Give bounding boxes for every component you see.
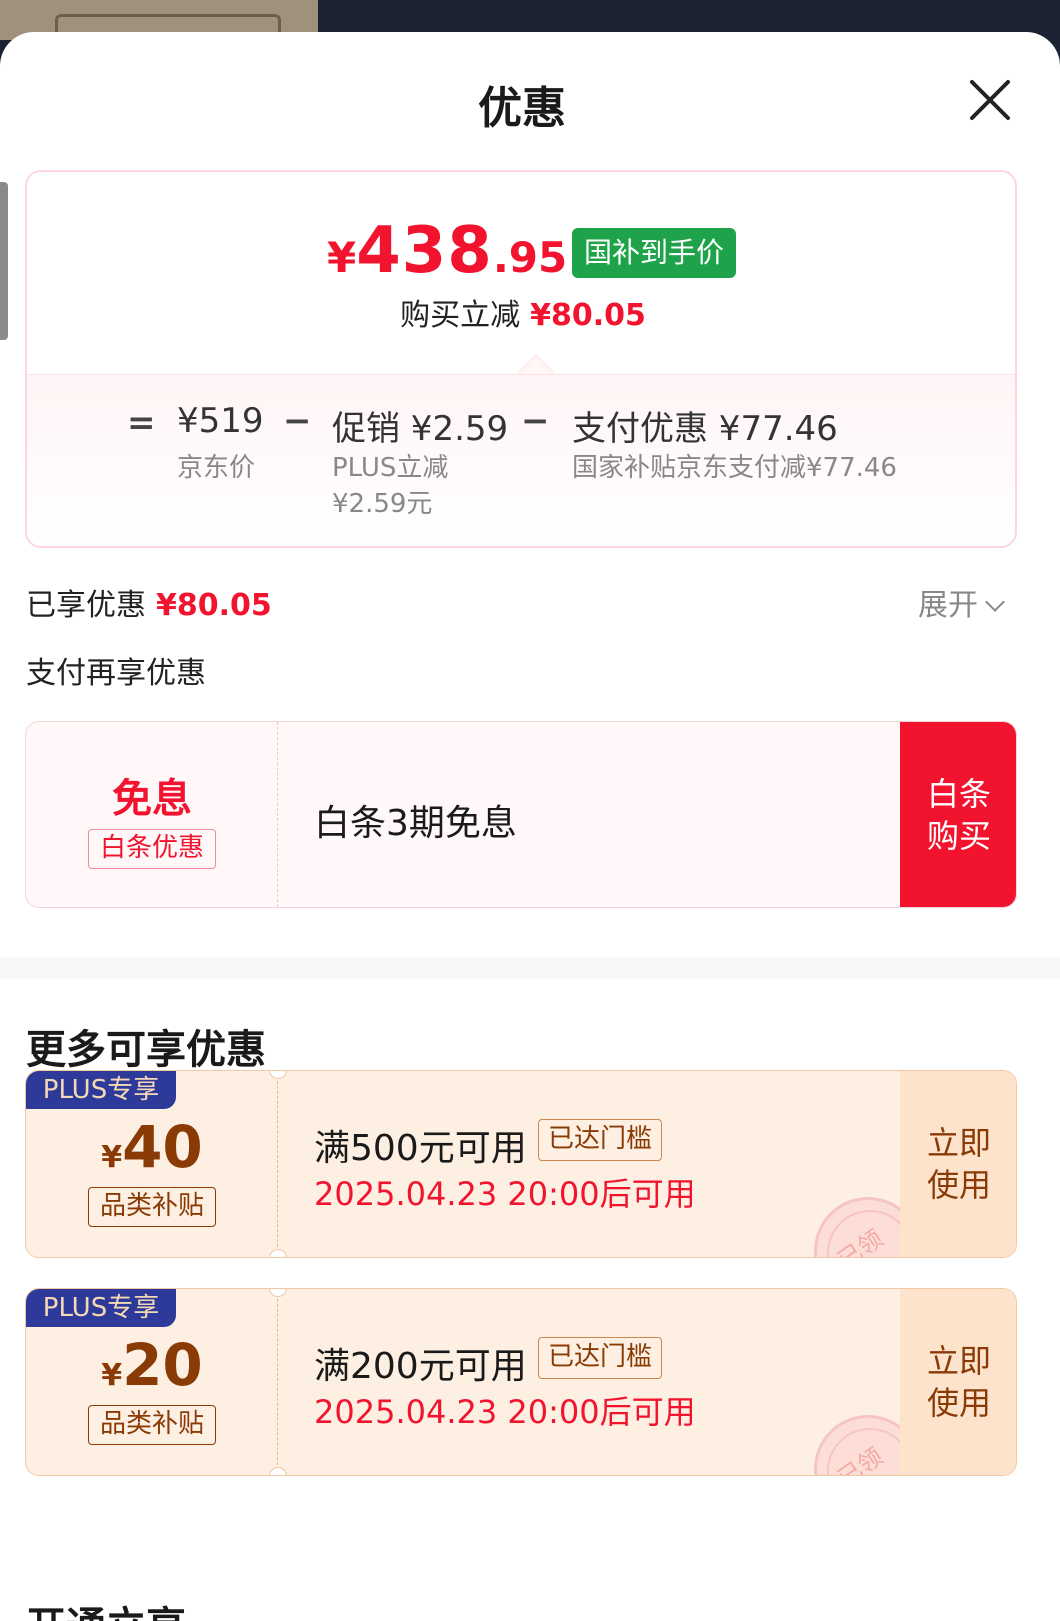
- baitiao-tag: 白条优惠: [88, 829, 216, 869]
- use-now-button[interactable]: 立即 使用: [900, 1289, 1016, 1475]
- enjoyed-amount: ¥80.05: [156, 588, 272, 623]
- plus-exclusive-badge: PLUS专享: [26, 1071, 176, 1109]
- price-symbol: ¥: [327, 233, 357, 282]
- coupon-category-tag: 品类补贴: [88, 1187, 216, 1227]
- baitiao-offer-desc: 白条3期免息: [314, 803, 517, 844]
- promo-plus-amount: ¥2.59元: [332, 489, 433, 519]
- payment-discount: 支付优惠 ¥77.46: [572, 409, 838, 449]
- threshold-reached-tag: 已达门槛: [538, 1119, 663, 1161]
- reduce-label: 购买立减: [400, 298, 521, 333]
- expand-label: 展开: [918, 588, 978, 623]
- discount-sheet: 优惠 ¥438.95 国补到手价 购买立减 ¥80.05 = ¥519 京东价 −…: [0, 32, 1060, 1621]
- payment-discount-detail: 国家补贴京东支付减¥77.46: [572, 453, 897, 483]
- minus-sign-2: −: [521, 401, 550, 441]
- subsidy-price-badge: 国补到手价: [572, 228, 737, 278]
- ticket-notch: [269, 1249, 287, 1257]
- reduce-amount: ¥80.05: [530, 298, 646, 333]
- more-offers-heading: 更多可享优惠: [26, 1027, 266, 1073]
- coupon-currency: ¥: [101, 1358, 123, 1393]
- coupon-valid-time: 2025.04.23 20:00后可用: [314, 1393, 696, 1431]
- baitiao-buy-line1: 白条: [926, 774, 991, 813]
- price-formula: = ¥519 京东价 − 促销 ¥2.59 PLUS立减 ¥2.59元 − 支付…: [27, 374, 1015, 546]
- pay-more-heading: 支付再享优惠: [26, 656, 206, 691]
- minus-sign-1: −: [283, 401, 312, 441]
- scroll-indicator[interactable]: [0, 182, 8, 340]
- next-section-heading: 开通立享: [26, 1594, 186, 1621]
- baitiao-offer-card[interactable]: 免息 白条优惠 白条3期免息 白条 购买: [25, 721, 1017, 908]
- coupon-valid-time: 2025.04.23 20:00后可用: [314, 1175, 696, 1213]
- coupon-category-tag: 品类补贴: [88, 1405, 216, 1445]
- price-breakdown-card: ¥438.95 国补到手价 购买立减 ¥80.05 = ¥519 京东价 − 促销…: [25, 170, 1017, 548]
- coupon-amount: ¥20: [26, 1331, 278, 1399]
- coupon-amount: ¥40: [26, 1113, 278, 1181]
- equals-sign: =: [127, 403, 156, 443]
- close-button[interactable]: [966, 76, 1014, 124]
- promo-discount: 促销 ¥2.59: [332, 409, 509, 449]
- coupon-left: PLUS专享 ¥20 品类补贴: [26, 1289, 278, 1475]
- baitiao-buy-line2: 购买: [926, 816, 991, 855]
- plus-exclusive-badge: PLUS专享: [26, 1289, 176, 1327]
- coupon-currency: ¥: [101, 1140, 123, 1175]
- use-now-line2: 使用: [926, 1166, 991, 1204]
- enjoyed-label: 已享优惠: [26, 588, 146, 623]
- baitiao-buy-button[interactable]: 白条 购买: [900, 722, 1016, 907]
- expand-toggle[interactable]: 展开: [918, 580, 1005, 624]
- promo-plus-label: PLUS立减: [332, 453, 449, 483]
- chevron-down-icon: [985, 592, 1005, 612]
- use-now-line1: 立即: [926, 1342, 991, 1381]
- use-now-line1: 立即: [926, 1124, 991, 1163]
- coupon-condition: 满200元可用: [314, 1346, 527, 1387]
- price-summary: ¥438.95 国补到手价 购买立减 ¥80.05: [27, 172, 1015, 374]
- price-integer: 438: [356, 214, 493, 288]
- use-now-button[interactable]: 立即 使用: [900, 1071, 1016, 1257]
- use-now-line2: 使用: [926, 1384, 991, 1422]
- jd-price: ¥519: [177, 401, 264, 441]
- reduce-line: 购买立减 ¥80.05: [27, 290, 1015, 334]
- coupon-left: PLUS专享 ¥40 品类补贴: [26, 1071, 278, 1257]
- final-price: ¥438.95: [327, 214, 567, 288]
- coupon-card[interactable]: PLUS专享 ¥40 品类补贴 满500元可用 已达门槛 2025.04.23 …: [25, 1070, 1017, 1258]
- coupon-value: 20: [122, 1331, 203, 1399]
- jd-price-label: 京东价: [177, 453, 256, 483]
- coupon-condition: 满500元可用: [314, 1128, 527, 1169]
- enjoyed-discount: 已享优惠 ¥80.05: [26, 580, 272, 624]
- section-divider: [0, 957, 1060, 979]
- threshold-reached-tag: 已达门槛: [538, 1337, 663, 1379]
- close-icon: [970, 80, 1010, 120]
- ticket-notch: [269, 1467, 287, 1475]
- sheet-title: 优惠: [478, 83, 566, 134]
- price-decimal: .95: [492, 233, 568, 282]
- claimed-stamp-text: 已领: [832, 1224, 889, 1258]
- claimed-stamp-text: 已领: [832, 1442, 889, 1476]
- interest-free-label: 免息: [112, 776, 192, 822]
- coupon-card[interactable]: PLUS专享 ¥20 品类补贴 满200元可用 已达门槛 2025.04.23 …: [25, 1288, 1017, 1476]
- coupon-value: 40: [122, 1113, 203, 1181]
- baitiao-offer-left: 免息 白条优惠: [26, 722, 278, 907]
